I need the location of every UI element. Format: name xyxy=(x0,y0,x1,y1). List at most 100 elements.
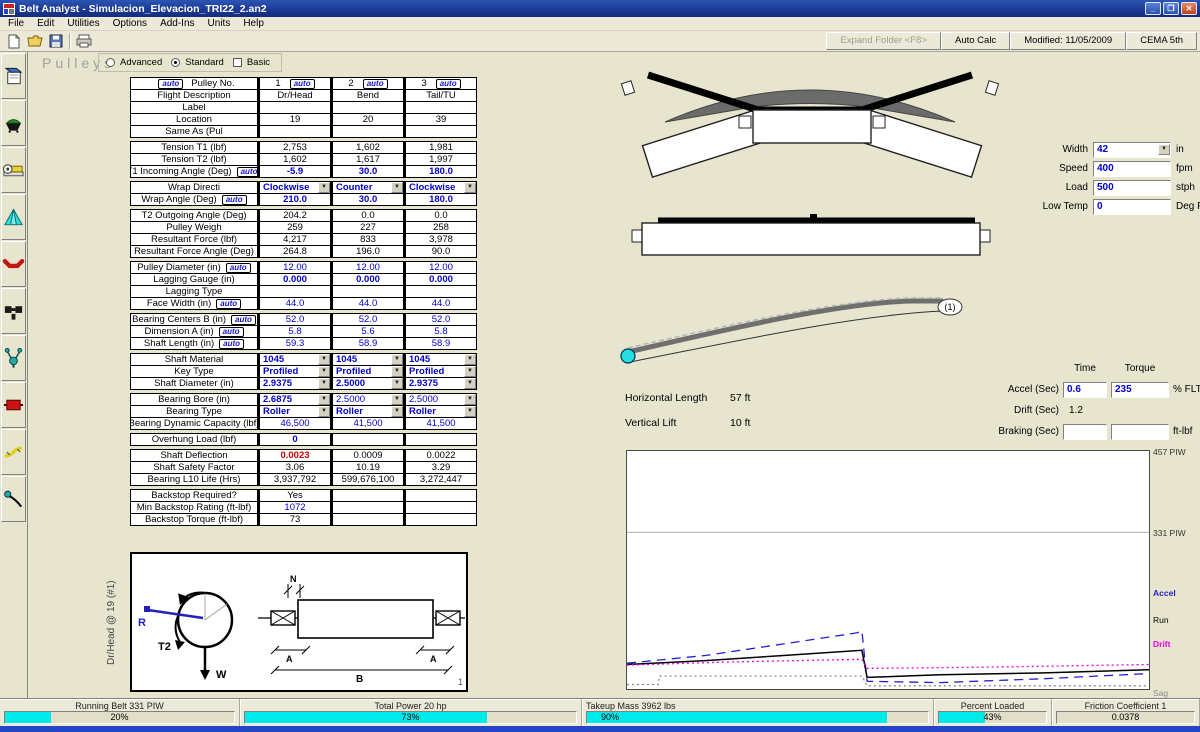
lowtemp-input[interactable]: 0 xyxy=(1093,199,1171,215)
width-unit: in xyxy=(1176,144,1200,155)
status-progress-bar: 20% xyxy=(4,711,235,724)
chevron-down-icon[interactable]: ▼ xyxy=(464,354,476,365)
auto-button[interactable]: auto xyxy=(290,79,315,89)
advanced-radio[interactable] xyxy=(106,58,115,67)
sidebar-tab-3[interactable] xyxy=(1,147,26,193)
menu-item-units[interactable]: Units xyxy=(202,17,237,30)
table-cell[interactable]: 180.0 xyxy=(404,193,477,206)
standard-radio[interactable] xyxy=(171,58,180,67)
load-label: Load xyxy=(1032,182,1088,193)
table-dropdown-cell[interactable]: 2.5000▼ xyxy=(331,377,404,390)
menu-item-help[interactable]: Help xyxy=(237,17,270,30)
table-cell[interactable]: 46,500 xyxy=(258,417,331,430)
table-cell[interactable] xyxy=(404,433,477,446)
table-dropdown-cell[interactable]: 2.9375▼ xyxy=(258,377,331,390)
menu-item-utilities[interactable]: Utilities xyxy=(61,17,105,30)
chevron-down-icon[interactable]: ▼ xyxy=(391,354,403,365)
status-progress-bar: 73% xyxy=(244,711,577,724)
table-cell[interactable]: 30.0 xyxy=(331,193,404,206)
sidebar-tab-2[interactable] xyxy=(1,100,26,146)
table-cell[interactable]: 0 xyxy=(258,433,331,446)
menu-item-add-ins[interactable]: Add-Ins xyxy=(154,17,200,30)
new-document-icon[interactable] xyxy=(3,32,24,50)
auto-button[interactable]: auto xyxy=(237,167,258,177)
table-dropdown-cell[interactable]: 2.9375▼ xyxy=(404,377,477,390)
table-cell[interactable]: 180.0 xyxy=(404,165,477,178)
sidebar-tab-7[interactable] xyxy=(1,335,26,381)
basic-checkbox[interactable] xyxy=(233,58,242,67)
sidebar-tab-6[interactable] xyxy=(1,288,26,334)
table-cell[interactable]: 59.3 xyxy=(258,337,331,350)
sidebar-tab-8[interactable] xyxy=(1,382,26,428)
auto-button[interactable]: auto xyxy=(219,327,244,337)
table-cell[interactable]: 41,500 xyxy=(404,417,477,430)
chevron-down-icon[interactable]: ▼ xyxy=(318,366,330,377)
sidebar-tab-10[interactable] xyxy=(1,476,26,522)
load-input[interactable]: 500 xyxy=(1093,180,1171,196)
chevron-down-icon[interactable]: ▼ xyxy=(464,394,476,405)
chevron-down-icon[interactable]: ▼ xyxy=(464,406,476,417)
chevron-down-icon[interactable]: ▼ xyxy=(391,406,403,417)
close-button[interactable]: ✕ xyxy=(1181,2,1197,15)
menu-item-options[interactable]: Options xyxy=(107,17,153,30)
chevron-down-icon[interactable]: ▼ xyxy=(391,394,403,405)
window-title: Belt Analyst - Simulacion_Elevacion_TRI2… xyxy=(19,3,267,15)
sidebar-tab-5[interactable] xyxy=(1,241,26,287)
chevron-down-icon[interactable]: ▼ xyxy=(391,182,403,193)
braking-time-input[interactable] xyxy=(1063,424,1107,440)
menu-item-file[interactable]: File xyxy=(2,17,30,30)
sidebar-tab-1[interactable] xyxy=(1,53,26,99)
accel-time-input[interactable]: 0.6 xyxy=(1063,382,1107,398)
sidebar-tab-9[interactable] xyxy=(1,429,26,475)
table-cell[interactable]: 44.0 xyxy=(258,297,331,310)
print-icon[interactable] xyxy=(73,32,94,50)
chevron-down-icon[interactable]: ▼ xyxy=(1158,144,1170,155)
cema-standard-button[interactable]: CEMA 5th xyxy=(1126,32,1197,50)
table-cell[interactable]: 58.9 xyxy=(331,337,404,350)
menu-item-edit[interactable]: Edit xyxy=(31,17,60,30)
table-cell[interactable] xyxy=(331,433,404,446)
auto-calc-button[interactable]: Auto Calc xyxy=(941,32,1010,50)
auto-button[interactable]: auto xyxy=(231,315,256,325)
open-folder-icon[interactable] xyxy=(24,32,45,50)
maximize-button[interactable]: ❐ xyxy=(1163,2,1179,15)
chevron-down-icon[interactable]: ▼ xyxy=(318,394,330,405)
auto-button[interactable]: auto xyxy=(226,263,251,273)
auto-button[interactable]: auto xyxy=(216,299,241,309)
table-cell xyxy=(331,513,404,526)
auto-button[interactable]: auto xyxy=(436,79,461,89)
table-cell[interactable]: 30.0 xyxy=(331,165,404,178)
minimize-button[interactable]: _ xyxy=(1145,2,1161,15)
row-label: Face Width (in)auto xyxy=(130,297,258,310)
sidebar-tab-4[interactable] xyxy=(1,194,26,240)
table-cell[interactable]: 58.9 xyxy=(404,337,477,350)
chevron-down-icon[interactable]: ▼ xyxy=(391,378,403,389)
accel-torque-input[interactable]: 235 xyxy=(1111,382,1169,398)
chevron-down-icon[interactable]: ▼ xyxy=(318,378,330,389)
table-cell[interactable]: 44.0 xyxy=(331,297,404,310)
table-cell: 3,937,792 xyxy=(258,473,331,486)
chevron-down-icon[interactable]: ▼ xyxy=(464,182,476,193)
chevron-down-icon[interactable]: ▼ xyxy=(464,378,476,389)
table-cell[interactable]: 44.0 xyxy=(404,297,477,310)
table-cell[interactable]: -5.9 xyxy=(258,165,331,178)
braking-torque-input[interactable] xyxy=(1111,424,1169,440)
table-cell[interactable]: 41,500 xyxy=(331,417,404,430)
auto-button[interactable]: auto xyxy=(222,195,247,205)
width-input[interactable]: 42▼ xyxy=(1093,142,1171,158)
chevron-down-icon[interactable]: ▼ xyxy=(318,354,330,365)
chevron-down-icon[interactable]: ▼ xyxy=(464,366,476,377)
toolbar: Expand Folder <F8> Auto Calc Modified: 1… xyxy=(0,31,1200,52)
auto-button[interactable]: auto xyxy=(363,79,388,89)
auto-button[interactable]: auto xyxy=(158,79,183,89)
return-idler-diagram xyxy=(630,210,992,262)
speed-input[interactable]: 400 xyxy=(1093,161,1171,177)
chevron-down-icon[interactable]: ▼ xyxy=(318,182,330,193)
chevron-down-icon[interactable]: ▼ xyxy=(391,366,403,377)
auto-button[interactable]: auto xyxy=(219,339,244,349)
save-icon[interactable] xyxy=(45,32,66,50)
table-cell[interactable]: 210.0 xyxy=(258,193,331,206)
status-progress-bar: 0.0378 xyxy=(1056,711,1195,724)
chevron-down-icon[interactable]: ▼ xyxy=(318,406,330,417)
status-progress-bar: 90% xyxy=(586,711,929,724)
